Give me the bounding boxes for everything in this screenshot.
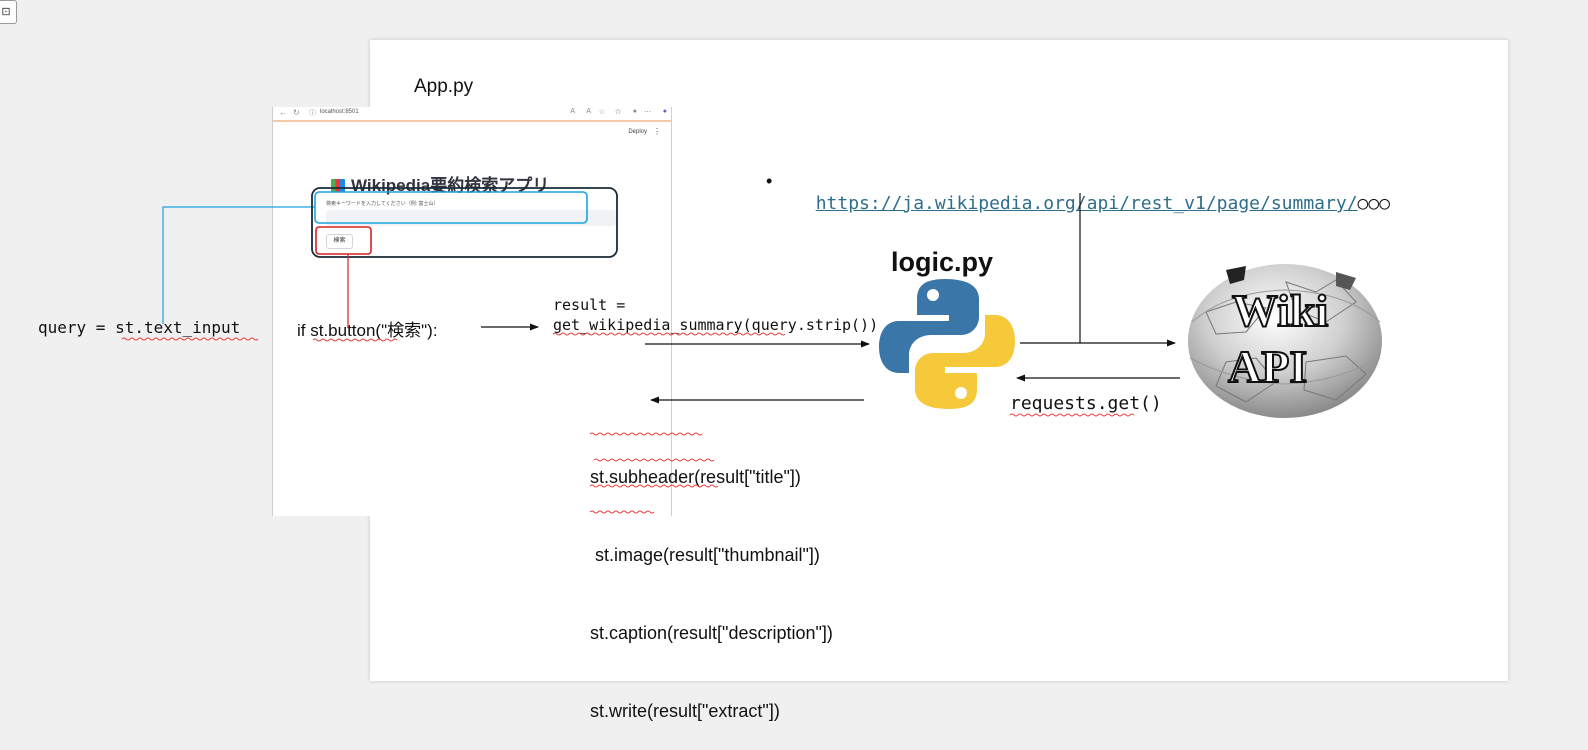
squiggle-requests: [1009, 413, 1135, 417]
squiggle-caption: [589, 484, 719, 488]
python-logo: [879, 279, 1015, 409]
squiggle-query: [121, 337, 259, 341]
wiki-logo-line1: Wiki: [1231, 284, 1329, 337]
text-input-connector: [162, 206, 315, 324]
squiggle-button: [312, 338, 398, 342]
squiggle-subheader: [589, 432, 703, 436]
button-highlight: [315, 226, 372, 255]
text-input-highlight: [314, 191, 588, 224]
wiki-logo-line2: API: [1227, 340, 1308, 393]
wikipedia-globe-logo: Wiki API: [1186, 262, 1384, 420]
squiggle-image: [593, 458, 715, 462]
squiggle-write: [589, 510, 655, 514]
squiggle-result: [552, 332, 786, 336]
